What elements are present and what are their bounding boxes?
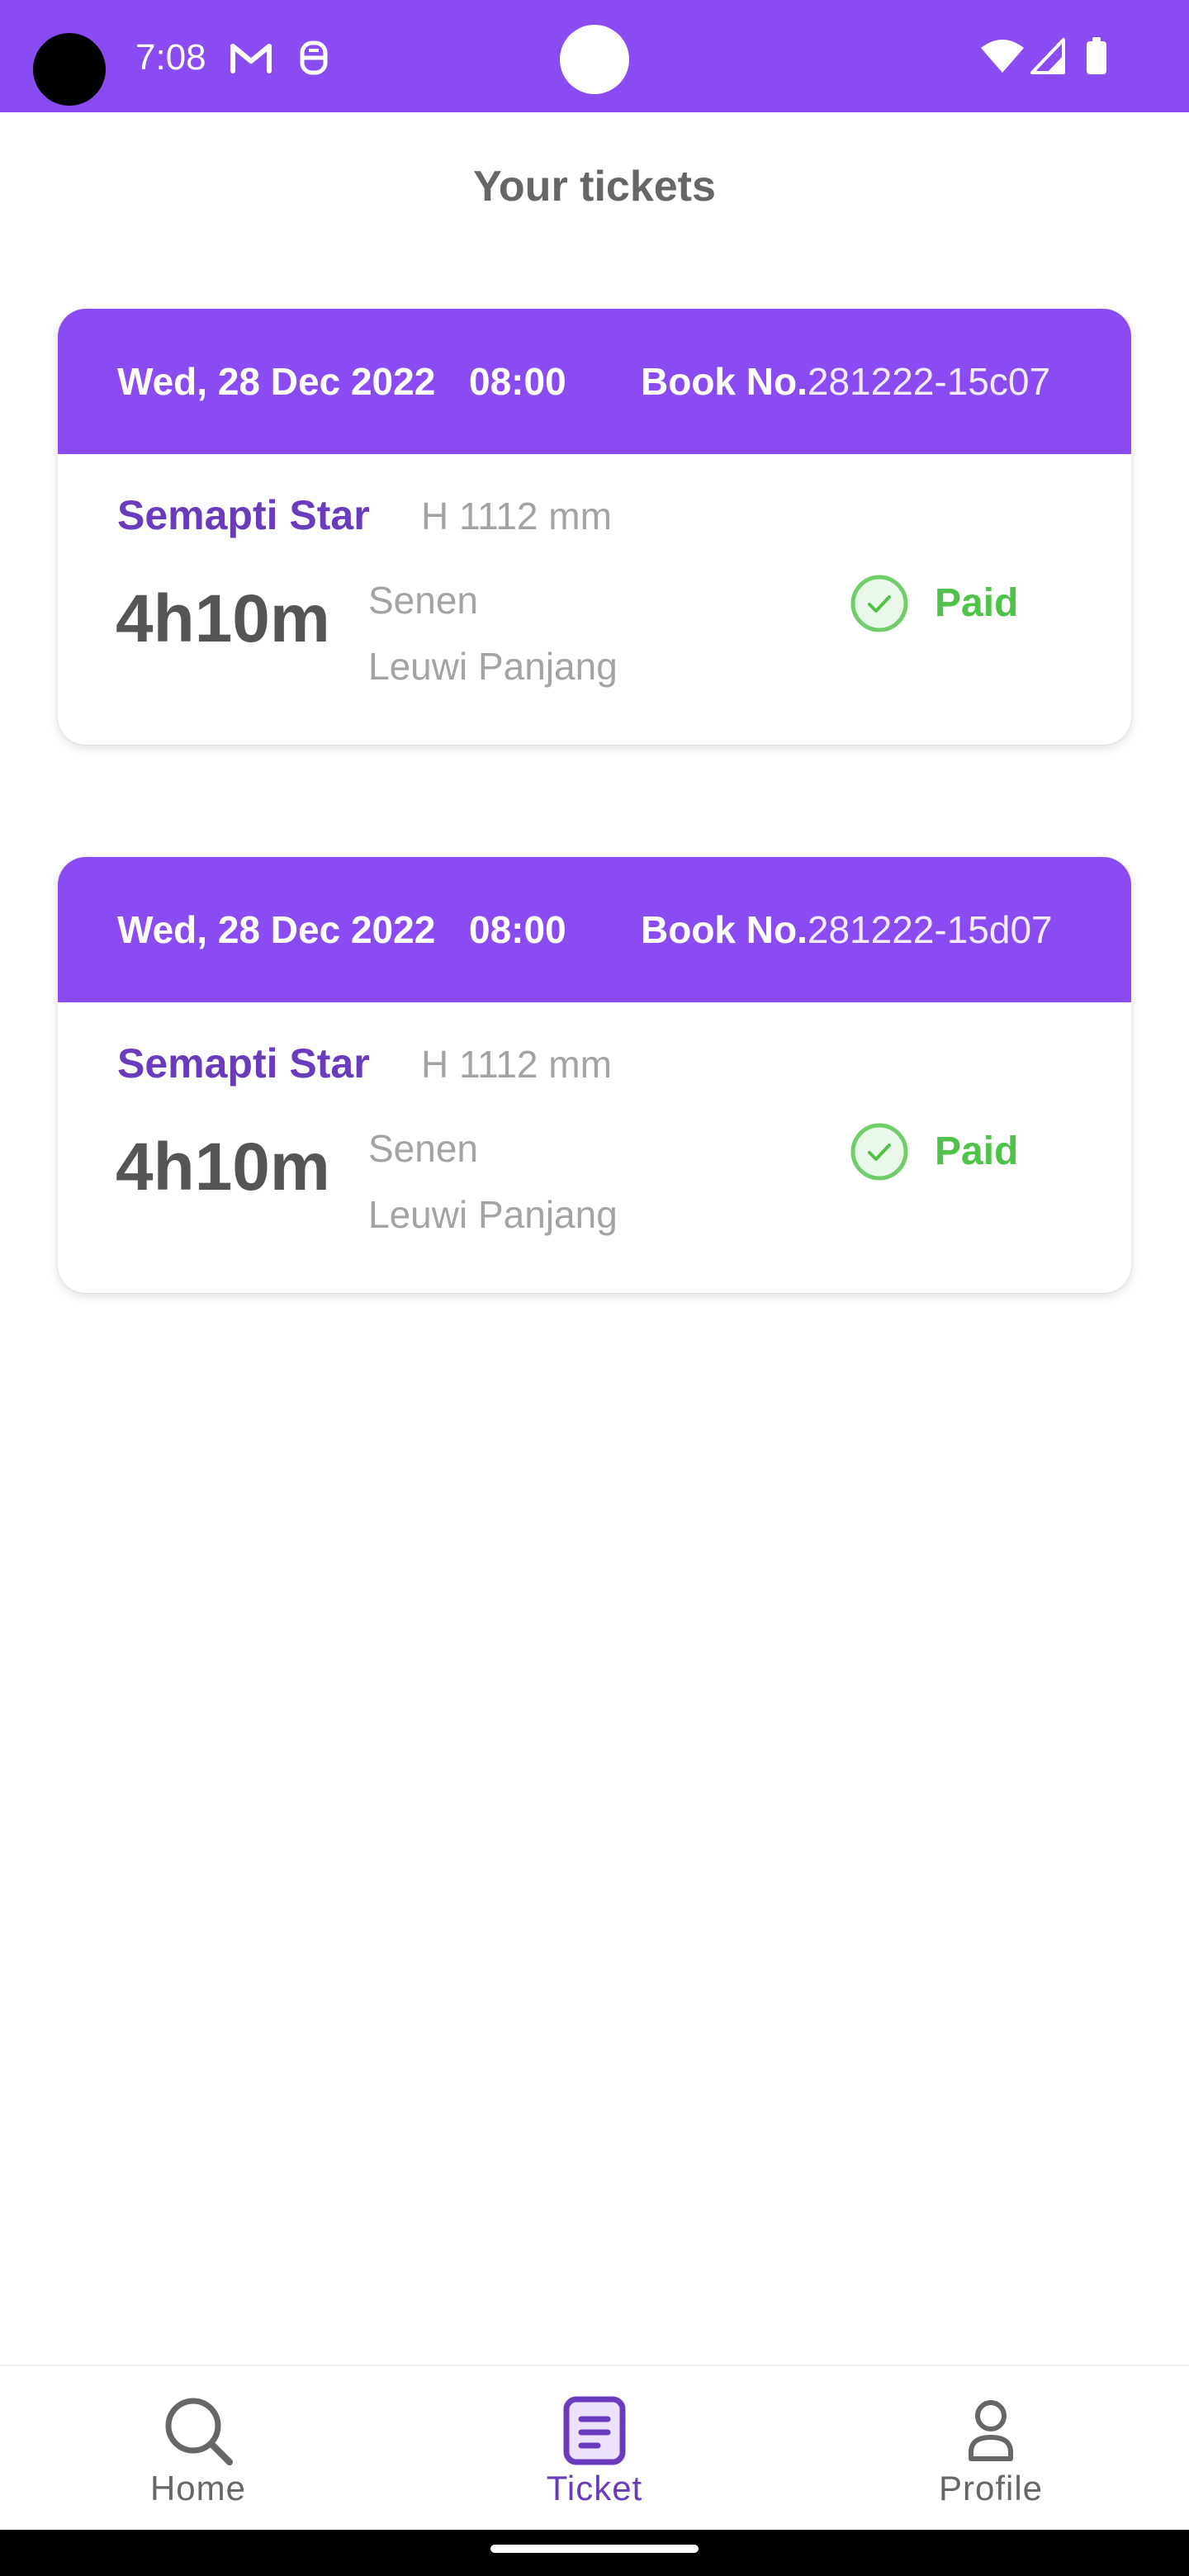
- ticket-time: 08:00: [469, 360, 566, 403]
- ticket-duration: 4h10m: [116, 1129, 330, 1205]
- book-number-value: 281222-15c07: [807, 360, 1051, 403]
- ticket-date: Wed, 28 Dec 2022: [117, 360, 436, 403]
- ticket-train-class: H 1112 mm: [421, 495, 612, 537]
- status-bar: 7:08: [0, 0, 1189, 112]
- book-number-value: 281222-15d07: [807, 908, 1053, 951]
- page-title: Your tickets: [473, 163, 716, 211]
- nav-item-profile[interactable]: Profile: [793, 2366, 1189, 2531]
- book-number-label: Book No.: [641, 360, 808, 403]
- gesture-navigation-bar: [0, 2530, 1189, 2576]
- ticket-status-badge: Paid: [935, 581, 1019, 625]
- ticket-origin: Senen: [368, 579, 479, 622]
- ticket-booking-number: Book No.281222-15c07: [641, 358, 1050, 405]
- book-number-label: Book No.: [641, 908, 808, 951]
- ticket-train-class: H 1112 mm: [421, 1043, 612, 1086]
- nav-item-ticket[interactable]: Ticket: [396, 2366, 793, 2531]
- ticket-header: Wed, 28 Dec 2022 08:00 Book No.281222-15…: [58, 857, 1131, 1002]
- nav-label-ticket: Ticket: [546, 2469, 643, 2507]
- camera-cutout: [33, 33, 106, 106]
- bottom-navigation: Home Ticket Profile: [0, 2365, 1189, 2530]
- ticket-card[interactable]: Wed, 28 Dec 2022 08:00 Book No.281222-15…: [58, 309, 1131, 745]
- person-icon: [969, 2400, 1013, 2461]
- cellular-signal-icon: [1030, 38, 1065, 74]
- wifi-icon: [981, 40, 1024, 73]
- ticket-status-badge: Paid: [935, 1129, 1019, 1173]
- ticket-train-name: Semapti Star: [117, 1040, 370, 1087]
- ticket-time: 08:00: [469, 908, 566, 951]
- ticket-duration: 4h10m: [116, 581, 330, 656]
- ticket-card[interactable]: Wed, 28 Dec 2022 08:00 Book No.281222-15…: [58, 857, 1131, 1293]
- status-time: 7:08: [135, 37, 206, 78]
- home-gesture-handle[interactable]: [490, 2545, 699, 2553]
- ticket-train-name: Semapti Star: [117, 492, 370, 538]
- app-notification-icon: [300, 40, 328, 75]
- search-icon: [165, 2398, 233, 2465]
- nav-label-home: Home: [149, 2469, 247, 2507]
- battery-icon: [1087, 37, 1106, 74]
- ticket-date: Wed, 28 Dec 2022: [117, 908, 436, 951]
- check-circle-icon: [850, 1123, 908, 1181]
- ticket-destination: Leuwi Panjang: [368, 1193, 618, 1236]
- ticket-icon: [563, 2396, 626, 2465]
- nav-item-home[interactable]: Home: [0, 2366, 396, 2531]
- check-circle-icon: [850, 575, 908, 632]
- gmail-icon: [230, 44, 272, 73]
- nav-label-profile: Profile: [938, 2469, 1044, 2507]
- ticket-booking-number: Book No.281222-15d07: [641, 907, 1053, 953]
- ticket-destination: Leuwi Panjang: [368, 645, 618, 688]
- ticket-header: Wed, 28 Dec 2022 08:00 Book No.281222-15…: [58, 309, 1131, 454]
- ticket-origin: Senen: [368, 1127, 479, 1170]
- status-center-indicator: [560, 25, 629, 94]
